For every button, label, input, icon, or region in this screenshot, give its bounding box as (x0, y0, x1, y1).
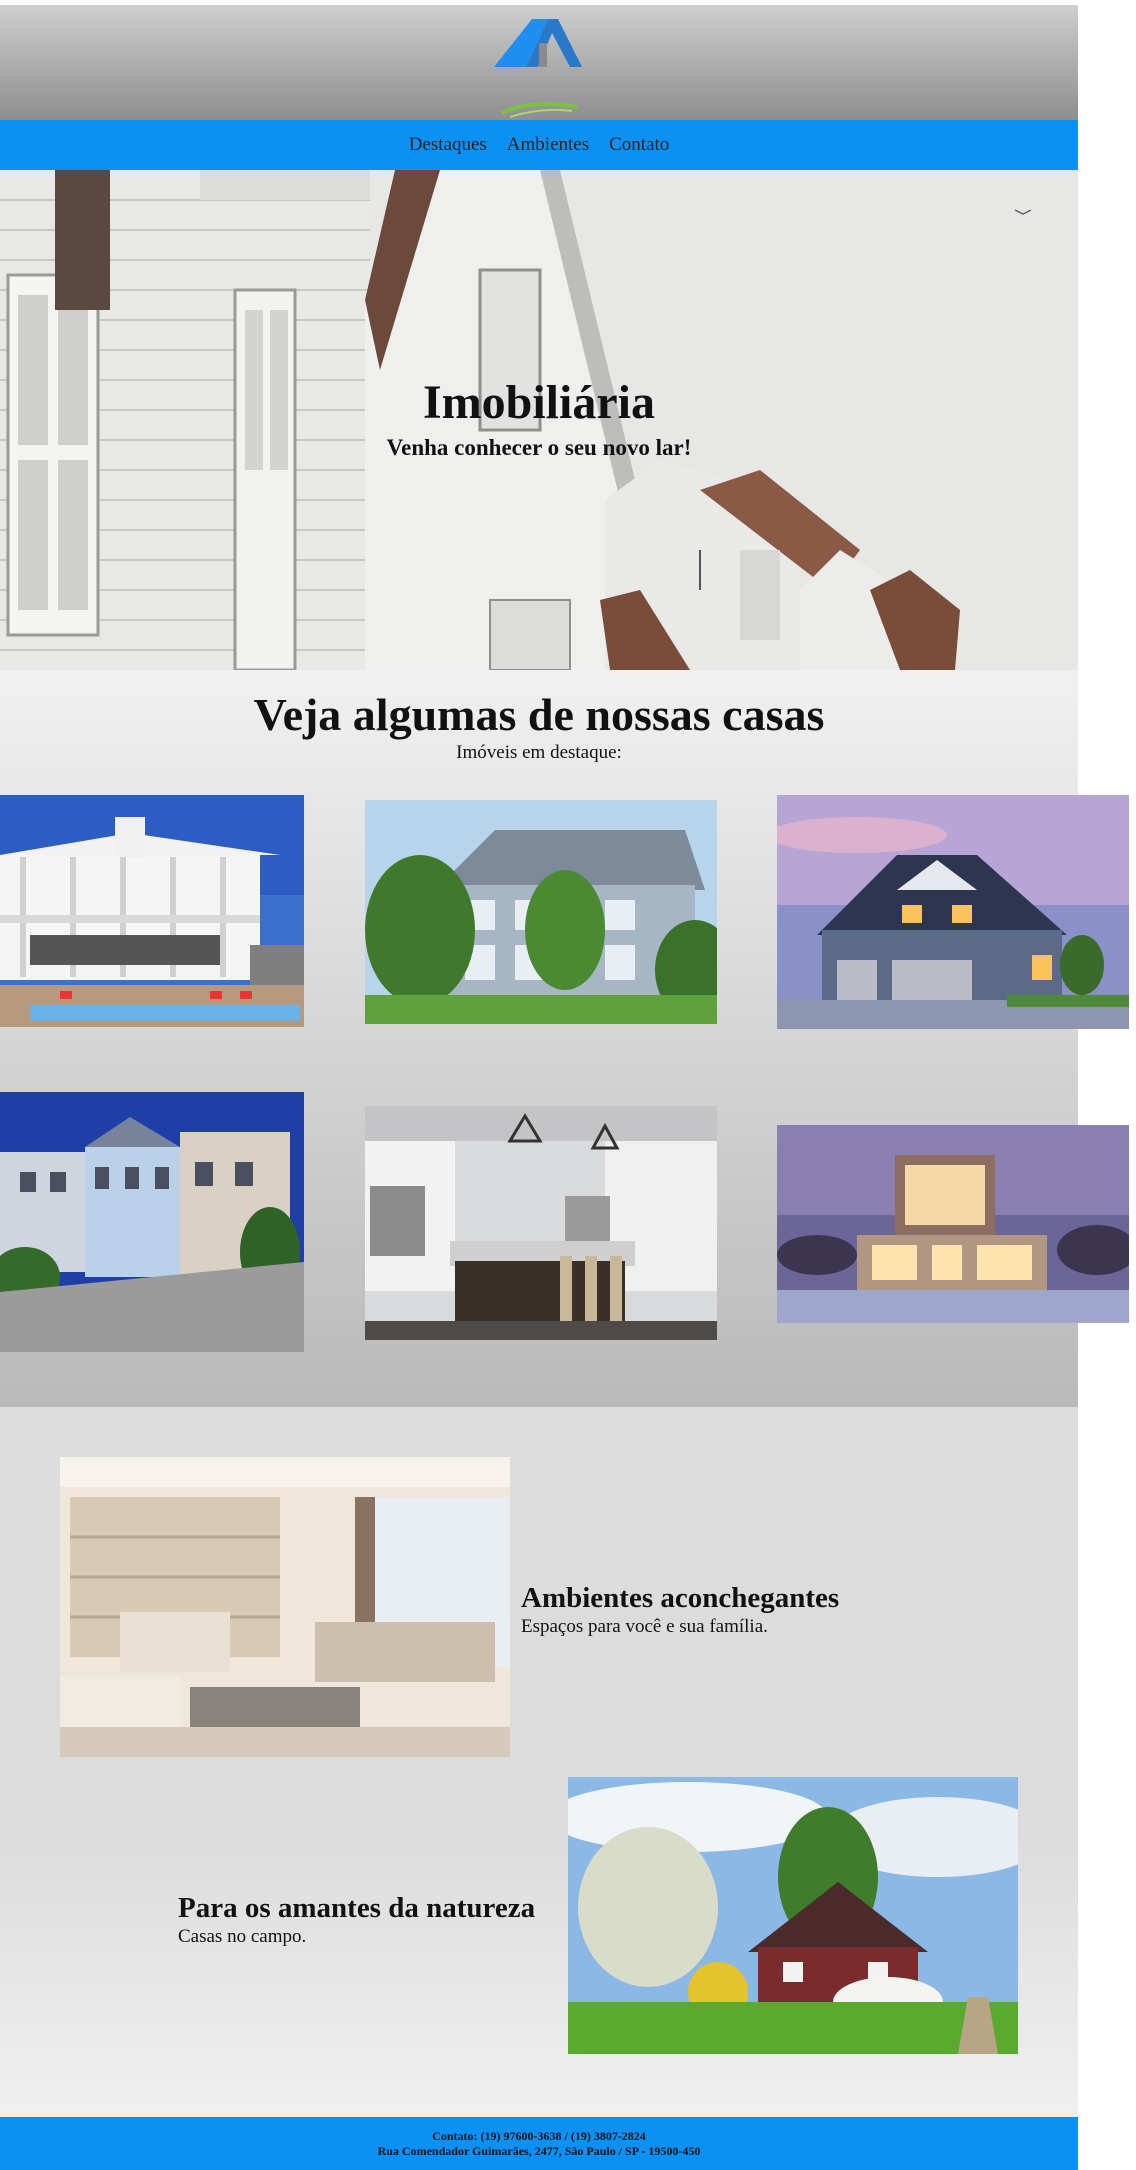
footer-contact: Contato: (19) 97600-3638 / (19) 3807-282… (432, 2129, 646, 2143)
house-photo-city-row[interactable] (0, 1092, 304, 1352)
featured-section: Veja algumas de nossas casas Imóveis em … (0, 670, 1129, 1407)
natureza-title: Para os amantes da natureza (178, 1892, 536, 1924)
living-room-photo[interactable] (60, 1457, 510, 1757)
hero-subtitle: Venha conhecer o seu novo lar! (386, 435, 692, 460)
nav-link-destaques[interactable]: Destaques (409, 134, 487, 156)
countryside-house-photo[interactable] (568, 1777, 1018, 2054)
site-header (0, 5, 1078, 120)
ambientes-text: Espaços para você e sua família. (521, 1616, 768, 1637)
footer-address: Rua Comendador Guimarães, 2477, São Paul… (377, 2144, 701, 2158)
page: Destaques Ambientes Contato Imobiliária … (0, 0, 1129, 2170)
featured-title: Veja algumas de nossas casas (253, 689, 825, 740)
kitchen-photo[interactable] (365, 1106, 717, 1340)
ambientes-title: Ambientes aconchegantes (521, 1582, 840, 1614)
house-roof-logo-icon[interactable] (490, 11, 590, 121)
house-photo-gray-victorian[interactable] (365, 800, 717, 1024)
hero-title: Imobiliária (422, 376, 655, 429)
nav-link-contato[interactable]: Contato (609, 134, 669, 156)
main-nav: Destaques Ambientes Contato (0, 120, 1078, 170)
house-photo-modern-suburban[interactable] (777, 795, 1129, 1029)
site-footer: Contato: (19) 97600-3638 / (19) 3807-282… (0, 2117, 1078, 2170)
featured-subtitle: Imóveis em destaque: (456, 742, 622, 763)
house-photo-colonial[interactable] (0, 795, 304, 1027)
ambientes-section: Ambientes aconchegantes Espaços para voc… (0, 1407, 1078, 2117)
natureza-text: Casas no campo. (178, 1926, 307, 1947)
nav-link-ambientes[interactable]: Ambientes (507, 134, 589, 156)
house-photo-modern-cube[interactable] (777, 1125, 1129, 1323)
hero-banner: Imobiliária Venha conhecer o seu novo la… (0, 170, 1078, 670)
